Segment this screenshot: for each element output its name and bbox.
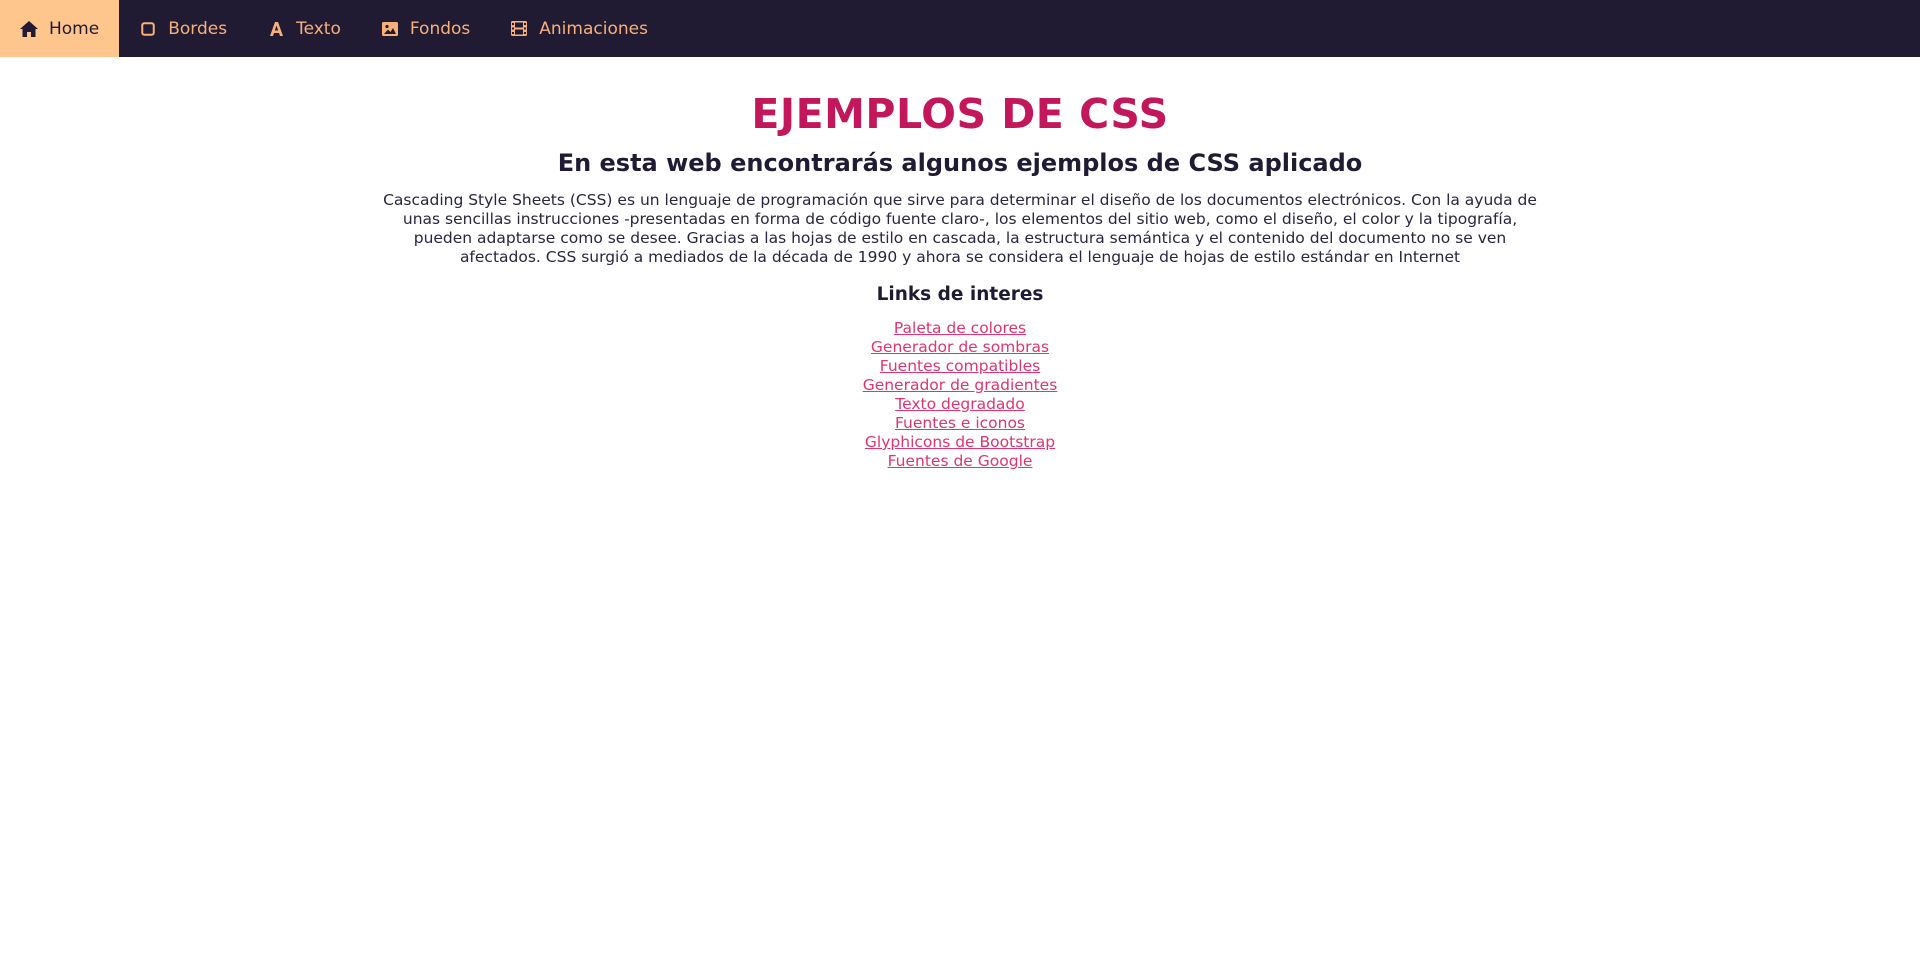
list-item: Fuentes compatibles: [0, 357, 1920, 376]
film-icon: [510, 20, 528, 38]
home-icon: [20, 20, 38, 38]
nav-item-texto[interactable]: Texto: [247, 0, 361, 57]
main-content: EJEMPLOS DE CSS En esta web encontrarás …: [0, 57, 1920, 471]
top-navbar: Home Bordes Texto Fondos Animaciones: [0, 0, 1920, 57]
link-generador-de-sombras[interactable]: Generador de sombras: [871, 338, 1049, 356]
link-fuentes-de-google[interactable]: Fuentes de Google: [888, 452, 1033, 470]
image-icon: [381, 20, 399, 38]
nav-item-label: Texto: [296, 18, 341, 39]
link-glyphicons-de-bootstrap[interactable]: Glyphicons de Bootstrap: [865, 433, 1055, 451]
intro-paragraph: Cascading Style Sheets (CSS) es un lengu…: [383, 191, 1537, 266]
list-item: Generador de gradientes: [0, 376, 1920, 395]
link-paleta-de-colores[interactable]: Paleta de colores: [894, 319, 1026, 337]
link-generador-de-gradientes[interactable]: Generador de gradientes: [863, 376, 1058, 394]
list-item: Glyphicons de Bootstrap: [0, 433, 1920, 452]
page-subtitle: En esta web encontrarás algunos ejemplos…: [557, 149, 1363, 177]
nav-item-label: Fondos: [409, 18, 471, 39]
links-heading: Links de interes: [876, 284, 1044, 305]
list-item: Generador de sombras: [0, 338, 1920, 357]
page-title: EJEMPLOS DE CSS: [751, 90, 1169, 138]
list-item: Fuentes de Google: [0, 452, 1920, 471]
nav-item-bordes[interactable]: Bordes: [119, 0, 247, 57]
links-list: Paleta de colores Generador de sombras F…: [0, 319, 1920, 471]
nav-item-animaciones[interactable]: Animaciones: [490, 0, 668, 57]
link-texto-degradado[interactable]: Texto degradado: [895, 395, 1025, 413]
nav-item-label: Animaciones: [539, 18, 648, 39]
nav-item-home[interactable]: Home: [0, 0, 120, 57]
nav-item-label: Bordes: [168, 18, 228, 39]
link-fuentes-compatibles[interactable]: Fuentes compatibles: [880, 357, 1040, 375]
link-fuentes-e-iconos[interactable]: Fuentes e iconos: [895, 414, 1025, 432]
list-item: Fuentes e iconos: [0, 414, 1920, 433]
nav-item-label: Home: [49, 18, 100, 39]
list-item: Texto degradado: [0, 395, 1920, 414]
font-icon: [267, 20, 285, 38]
square-icon: [139, 20, 157, 38]
list-item: Paleta de colores: [0, 319, 1920, 338]
nav-item-fondos[interactable]: Fondos: [361, 0, 490, 57]
